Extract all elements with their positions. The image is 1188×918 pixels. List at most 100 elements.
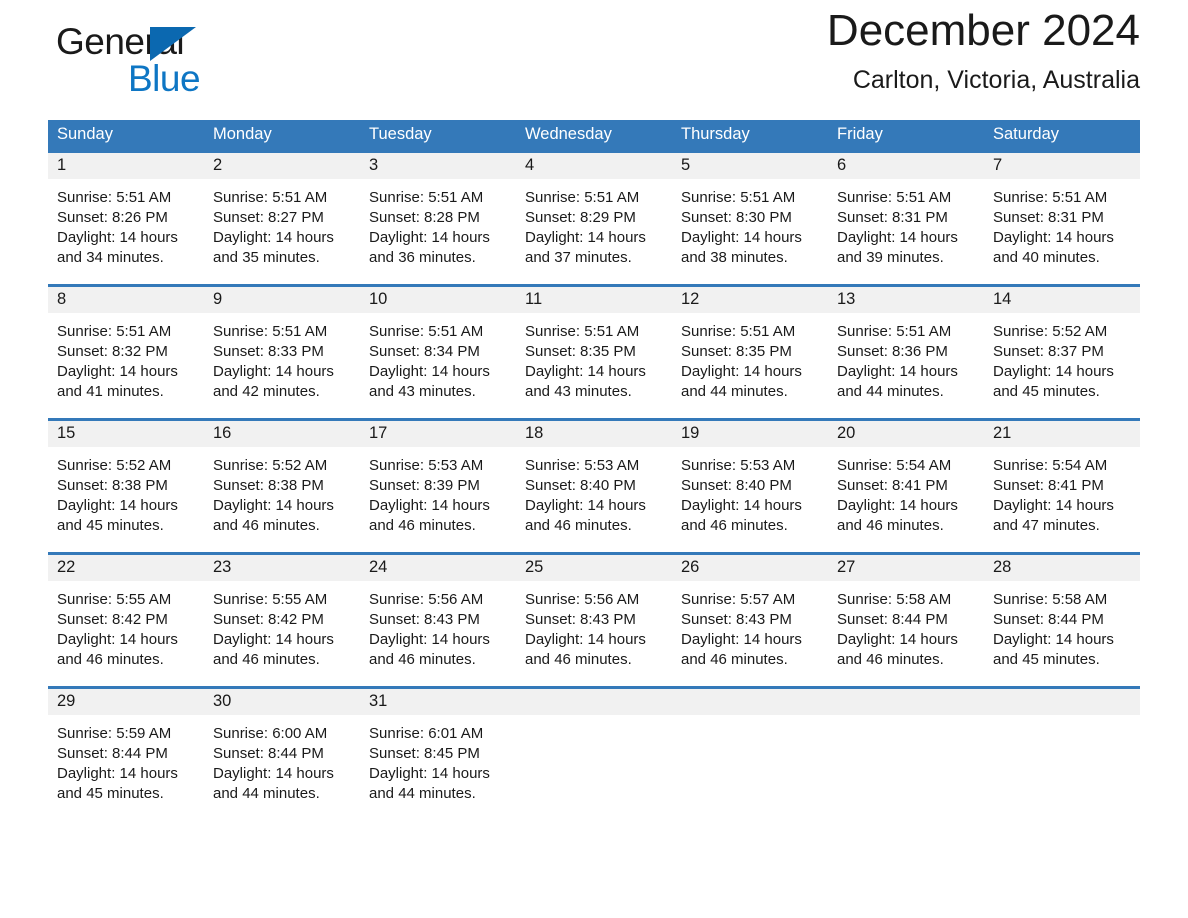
daylight-text-line2: and 44 minutes. (681, 383, 788, 400)
day-cell[interactable]: 1 Sunrise: 5:51 AM Sunset: 8:26 PM Daylight… (48, 153, 204, 284)
daylight-text-line1: Daylight: 14 hours (837, 497, 958, 514)
day-cell[interactable]: 13 Sunrise: 5:51 AM Sunset: 8:36 PM Dayligh… (828, 287, 984, 418)
daylight-text-line1: Daylight: 14 hours (57, 765, 178, 782)
daylight-text-line1: Daylight: 14 hours (525, 631, 646, 648)
day-cell[interactable]: 28 Sunrise: 5:58 AM Sunset: 8:44 PM Dayligh… (984, 555, 1140, 686)
week-row: 1 Sunrise: 5:51 AM Sunset: 8:26 PM Daylight… (48, 153, 1140, 284)
day-info: Sunrise: 5:53 AM Sunset: 8:40 PM Daylight:… (672, 447, 828, 536)
sunrise-text: Sunrise: 5:51 AM (681, 189, 796, 206)
day-cell[interactable]: 30 Sunrise: 6:00 AM Sunset: 8:44 PM Dayligh… (204, 689, 360, 820)
sunset-text: Sunset: 8:31 PM (837, 209, 948, 226)
day-cell[interactable]: 4 Sunrise: 5:51 AM Sunset: 8:29 PM Daylight… (516, 153, 672, 284)
day-cell[interactable]: 22 Sunrise: 5:55 AM Sunset: 8:42 PM Dayligh… (48, 555, 204, 686)
daylight-text-line2: and 46 minutes. (681, 517, 788, 534)
sunset-text: Sunset: 8:36 PM (837, 343, 948, 360)
daylight-text-line1: Daylight: 14 hours (681, 631, 802, 648)
day-cell[interactable]: 3 Sunrise: 5:51 AM Sunset: 8:28 PM Daylight… (360, 153, 516, 284)
sunset-text: Sunset: 8:33 PM (213, 343, 324, 360)
day-cell[interactable]: 21 Sunrise: 5:54 AM Sunset: 8:41 PM Dayligh… (984, 421, 1140, 552)
day-info: Sunrise: 5:51 AM Sunset: 8:28 PM Daylight:… (360, 179, 516, 268)
day-cell[interactable]: 16 Sunrise: 5:52 AM Sunset: 8:38 PM Dayligh… (204, 421, 360, 552)
day-cell[interactable]: 23 Sunrise: 5:55 AM Sunset: 8:42 PM Dayligh… (204, 555, 360, 686)
day-number: 23 (204, 555, 360, 581)
day-number: 6 (828, 153, 984, 179)
daylight-text-line1: Daylight: 14 hours (681, 229, 802, 246)
daylight-text-line1: Daylight: 14 hours (993, 229, 1114, 246)
daylight-text-line2: and 38 minutes. (681, 249, 788, 266)
day-number: 3 (360, 153, 516, 179)
daylight-text-line2: and 43 minutes. (369, 383, 476, 400)
daylight-text-line1: Daylight: 14 hours (369, 631, 490, 648)
sunrise-text: Sunrise: 5:57 AM (681, 591, 796, 608)
weekday-header-sunday: Sunday (57, 125, 113, 143)
day-cell[interactable]: 24 Sunrise: 5:56 AM Sunset: 8:43 PM Dayligh… (360, 555, 516, 686)
daylight-text-line2: and 46 minutes. (369, 651, 476, 668)
week-row: 29 Sunrise: 5:59 AM Sunset: 8:44 PM Dayligh… (48, 686, 1140, 820)
day-cell[interactable]: 31 Sunrise: 6:01 AM Sunset: 8:45 PM Dayligh… (360, 689, 516, 820)
day-cell[interactable]: 11 Sunrise: 5:51 AM Sunset: 8:35 PM Dayligh… (516, 287, 672, 418)
day-cell[interactable]: 2 Sunrise: 5:51 AM Sunset: 8:27 PM Daylight… (204, 153, 360, 284)
day-info: Sunrise: 5:51 AM Sunset: 8:27 PM Daylight:… (204, 179, 360, 268)
sunrise-text: Sunrise: 5:51 AM (993, 189, 1108, 206)
week-row: 22 Sunrise: 5:55 AM Sunset: 8:42 PM Dayligh… (48, 552, 1140, 686)
sunset-text: Sunset: 8:34 PM (369, 343, 480, 360)
day-cell[interactable]: 18 Sunrise: 5:53 AM Sunset: 8:40 PM Dayligh… (516, 421, 672, 552)
general-blue-logo[interactable]: General Blue (48, 13, 308, 103)
day-cell[interactable]: 19 Sunrise: 5:53 AM Sunset: 8:40 PM Dayligh… (672, 421, 828, 552)
day-number: 25 (516, 555, 672, 581)
daylight-text-line1: Daylight: 14 hours (213, 363, 334, 380)
day-info: Sunrise: 5:53 AM Sunset: 8:39 PM Daylight:… (360, 447, 516, 536)
daylight-text-line2: and 47 minutes. (993, 517, 1100, 534)
sunrise-text: Sunrise: 5:51 AM (525, 323, 640, 340)
day-cell[interactable]: 7 Sunrise: 5:51 AM Sunset: 8:31 PM Daylight… (984, 153, 1140, 284)
day-number: 28 (984, 555, 1140, 581)
day-cell[interactable]: 10 Sunrise: 5:51 AM Sunset: 8:34 PM Dayligh… (360, 287, 516, 418)
day-cell[interactable]: 9 Sunrise: 5:51 AM Sunset: 8:33 PM Daylight… (204, 287, 360, 418)
sunrise-text: Sunrise: 5:54 AM (837, 457, 952, 474)
day-cell[interactable]: 17 Sunrise: 5:53 AM Sunset: 8:39 PM Dayligh… (360, 421, 516, 552)
day-number: 29 (48, 689, 204, 715)
day-info: Sunrise: 5:51 AM Sunset: 8:29 PM Daylight:… (516, 179, 672, 268)
day-number: 8 (48, 287, 204, 313)
day-number: 13 (828, 287, 984, 313)
sunrise-text: Sunrise: 6:00 AM (213, 725, 328, 742)
sunset-text: Sunset: 8:44 PM (993, 611, 1104, 628)
day-cell[interactable]: 26 Sunrise: 5:57 AM Sunset: 8:43 PM Dayligh… (672, 555, 828, 686)
daylight-text-line2: and 36 minutes. (369, 249, 476, 266)
day-cell[interactable]: 29 Sunrise: 5:59 AM Sunset: 8:44 PM Dayligh… (48, 689, 204, 820)
sunrise-text: Sunrise: 5:51 AM (369, 323, 484, 340)
day-number (984, 689, 1140, 715)
day-cell[interactable]: 8 Sunrise: 5:51 AM Sunset: 8:32 PM Daylight… (48, 287, 204, 418)
daylight-text-line1: Daylight: 14 hours (993, 631, 1114, 648)
weekday-header-monday: Monday (213, 125, 272, 143)
day-number: 30 (204, 689, 360, 715)
weekday-header-saturday: Saturday (993, 125, 1060, 143)
sunset-text: Sunset: 8:45 PM (369, 745, 480, 762)
sunrise-text: Sunrise: 5:53 AM (525, 457, 640, 474)
sunrise-text: Sunrise: 5:54 AM (993, 457, 1108, 474)
day-cell-empty (828, 689, 984, 820)
day-cell[interactable]: 6 Sunrise: 5:51 AM Sunset: 8:31 PM Daylight… (828, 153, 984, 284)
day-number: 1 (48, 153, 204, 179)
day-cell[interactable]: 5 Sunrise: 5:51 AM Sunset: 8:30 PM Daylight… (672, 153, 828, 284)
day-info: Sunrise: 5:54 AM Sunset: 8:41 PM Daylight:… (984, 447, 1140, 536)
day-info: Sunrise: 5:54 AM Sunset: 8:41 PM Daylight:… (828, 447, 984, 536)
day-cell[interactable]: 14 Sunrise: 5:52 AM Sunset: 8:37 PM Dayligh… (984, 287, 1140, 418)
day-cell[interactable]: 27 Sunrise: 5:58 AM Sunset: 8:44 PM Dayligh… (828, 555, 984, 686)
day-cell[interactable]: 20 Sunrise: 5:54 AM Sunset: 8:41 PM Dayligh… (828, 421, 984, 552)
daylight-text-line2: and 34 minutes. (57, 249, 164, 266)
day-cell[interactable]: 15 Sunrise: 5:52 AM Sunset: 8:38 PM Dayligh… (48, 421, 204, 552)
title-block: December 2024 Carlton, Victoria, Austral… (827, 0, 1140, 95)
weekday-header-friday: Friday (837, 125, 883, 143)
day-cell[interactable]: 12 Sunrise: 5:51 AM Sunset: 8:35 PM Dayligh… (672, 287, 828, 418)
day-info: Sunrise: 5:58 AM Sunset: 8:44 PM Daylight:… (828, 581, 984, 670)
sunrise-text: Sunrise: 5:56 AM (369, 591, 484, 608)
sunset-text: Sunset: 8:38 PM (57, 477, 168, 494)
daylight-text-line2: and 44 minutes. (369, 785, 476, 802)
sunrise-text: Sunrise: 6:01 AM (369, 725, 484, 742)
daylight-text-line1: Daylight: 14 hours (57, 497, 178, 514)
day-info: Sunrise: 5:51 AM Sunset: 8:31 PM Daylight:… (984, 179, 1140, 268)
day-cell[interactable]: 25 Sunrise: 5:56 AM Sunset: 8:43 PM Dayligh… (516, 555, 672, 686)
daylight-text-line1: Daylight: 14 hours (369, 497, 490, 514)
sunset-text: Sunset: 8:37 PM (993, 343, 1104, 360)
